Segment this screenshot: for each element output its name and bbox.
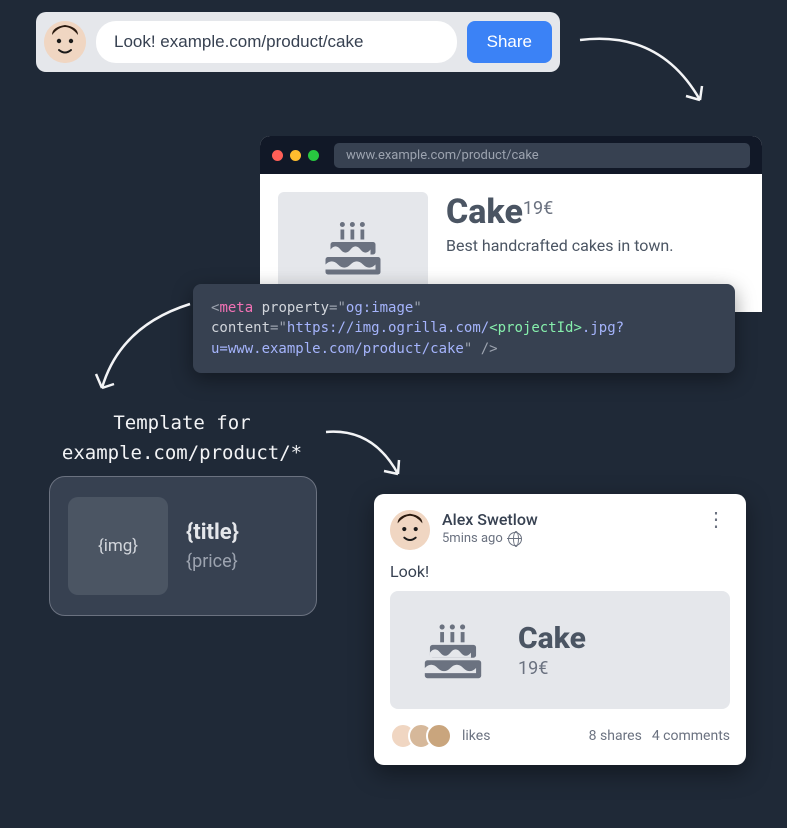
template-title-placeholder: {title}: [186, 520, 239, 545]
more-options-icon[interactable]: ⋮: [702, 510, 730, 528]
code-snippet: <meta property="og:image" content="https…: [193, 284, 735, 373]
maximize-icon[interactable]: [308, 150, 319, 161]
arrow-icon: [318, 418, 418, 498]
social-post-card: Alex Swetlow 5mins ago ⋮ Look! Cake 19€ …: [374, 494, 746, 765]
post-timestamp: 5mins ago: [442, 531, 538, 546]
template-box: {img} {title} {price}: [49, 476, 317, 616]
liker-avatars[interactable]: [390, 723, 452, 749]
comments-count[interactable]: 4 comments: [652, 728, 730, 744]
template-price-placeholder: {price}: [186, 551, 239, 572]
post-author[interactable]: Alex Swetlow: [442, 510, 538, 529]
avatar[interactable]: [390, 510, 430, 550]
product-description: Best handcrafted cakes in town.: [446, 236, 673, 255]
preview-price: 19€: [518, 658, 586, 679]
product-title: Cake: [446, 192, 523, 232]
avatar: [44, 21, 86, 63]
share-bar: Share: [36, 12, 560, 72]
avatar: [426, 723, 452, 749]
minimize-icon[interactable]: [290, 150, 301, 161]
globe-icon: [508, 532, 522, 546]
product-price: 19€: [523, 198, 553, 219]
share-input[interactable]: [96, 21, 457, 63]
post-body: Look!: [390, 562, 730, 581]
arrow-icon: [80, 296, 210, 416]
template-img-placeholder: {img}: [68, 497, 168, 595]
cake-icon: [412, 609, 494, 691]
template-label: Template for example.com/product/*: [52, 408, 312, 469]
browser-chrome: www.example.com/product/cake: [260, 136, 762, 174]
cake-icon: [313, 207, 393, 287]
url-bar[interactable]: www.example.com/product/cake: [334, 143, 750, 168]
shares-count[interactable]: 8 shares: [589, 728, 642, 744]
arrow-icon: [570, 20, 730, 140]
close-icon[interactable]: [272, 150, 283, 161]
link-preview[interactable]: Cake 19€: [390, 591, 730, 709]
preview-title: Cake: [518, 621, 586, 656]
share-button[interactable]: Share: [467, 21, 552, 63]
likes-label[interactable]: likes: [462, 728, 490, 744]
